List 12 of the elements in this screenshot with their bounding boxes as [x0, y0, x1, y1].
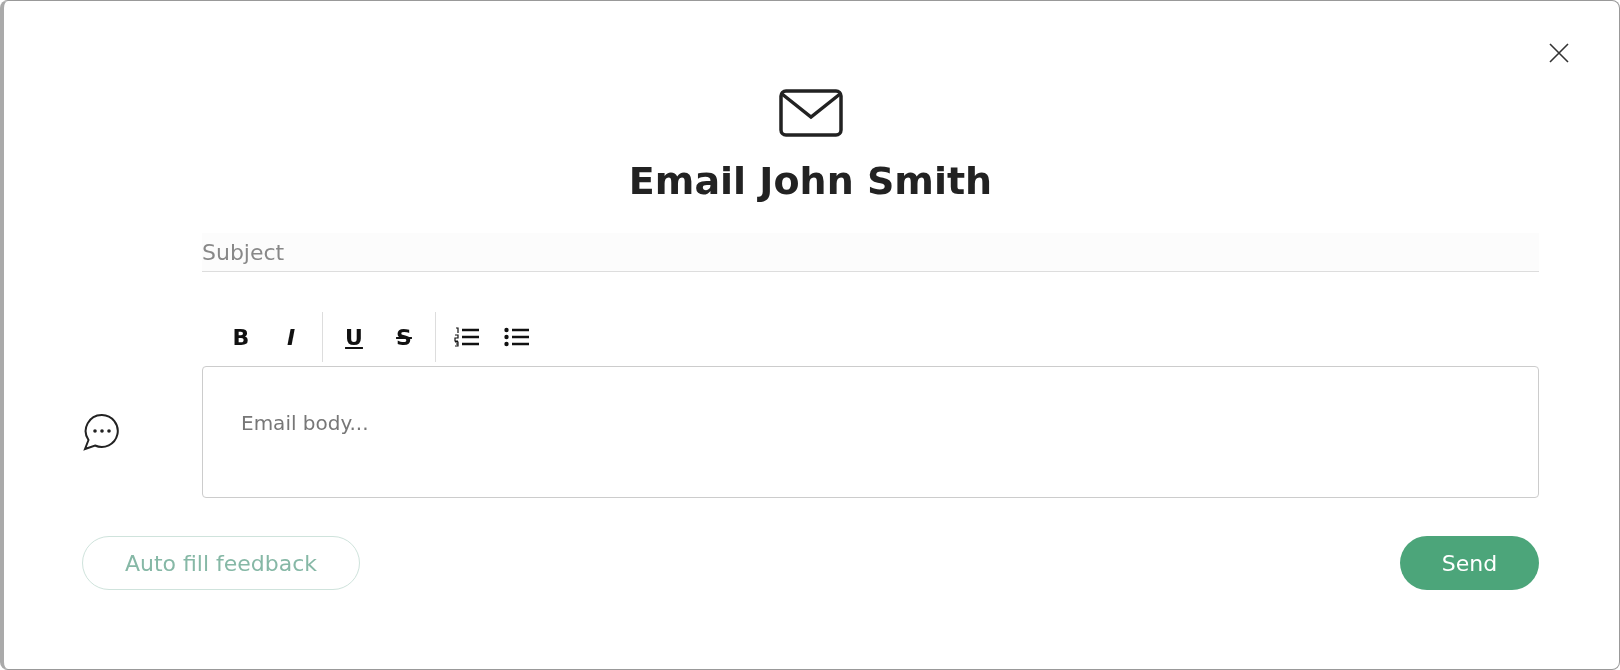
speech-bubble-icon: [82, 412, 122, 452]
dialog-title: Email John Smith: [628, 158, 993, 205]
numbered-list-icon: [454, 327, 480, 347]
underline-button[interactable]: U: [329, 317, 379, 357]
envelope-icon: [778, 89, 843, 137]
close-icon: [1549, 43, 1569, 63]
close-button[interactable]: [1549, 43, 1569, 63]
bold-button[interactable]: B: [216, 317, 266, 357]
bullet-list-icon: [504, 327, 530, 347]
email-body-field[interactable]: Email body...: [202, 366, 1539, 498]
italic-button[interactable]: I: [266, 317, 316, 357]
strike-button[interactable]: S: [379, 317, 429, 357]
